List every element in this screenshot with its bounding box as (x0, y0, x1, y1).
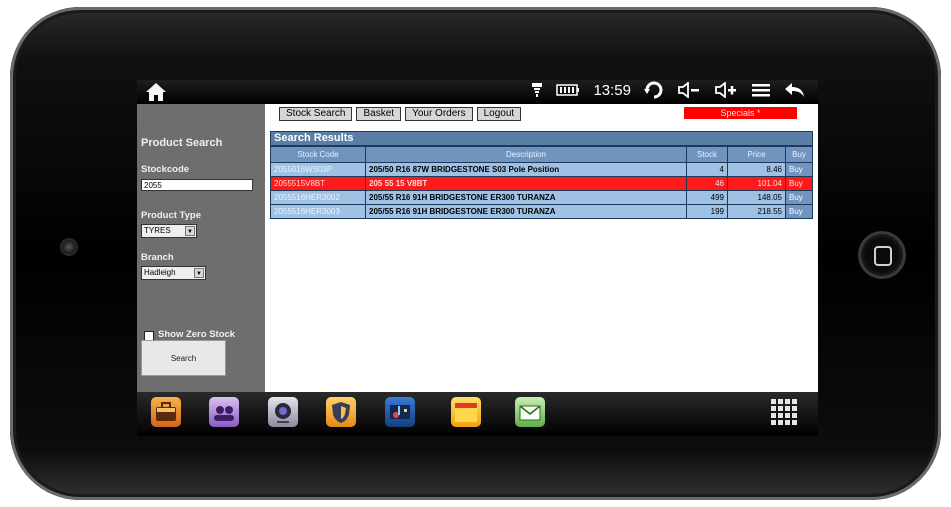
branch-select[interactable]: Hadleigh ▼ (141, 266, 206, 280)
product-type-select[interactable]: TYRES ▼ (141, 224, 197, 238)
chevron-down-icon[interactable]: ▼ (185, 226, 195, 236)
volume-down-icon[interactable] (677, 82, 701, 98)
chevron-down-icon[interactable]: ▼ (194, 268, 204, 278)
description-cell: 205/50 R16 87W BRIDGESTONE S03 Pole Posi… (365, 162, 687, 177)
show-zero-stock-label: Show Zero Stock (158, 329, 236, 340)
camera-icon[interactable] (268, 397, 298, 427)
col-buy: Buy (785, 146, 813, 163)
description-cell: 205 55 15 V8BT (365, 176, 687, 191)
stock-code-cell[interactable]: 2055515V8BT (270, 176, 366, 191)
col-description: Description (365, 146, 687, 163)
status-bar: 13:59 (137, 80, 818, 104)
price-cell: 218.55 (727, 204, 786, 219)
tab-your-orders[interactable]: Your Orders (405, 107, 473, 121)
tab-logout[interactable]: Logout (476, 107, 522, 121)
security-shield-icon[interactable] (326, 397, 356, 427)
briefcase-icon[interactable] (151, 397, 181, 427)
search-button[interactable]: Search (141, 340, 226, 376)
stock-cell: 199 (686, 204, 728, 219)
contacts-icon[interactable] (209, 397, 239, 427)
usb-icon (532, 83, 543, 97)
specials-link[interactable]: Specials * (684, 107, 797, 119)
front-camera (62, 240, 76, 254)
search-sidebar: Product Search Stockcode 2055 Product Ty… (137, 104, 265, 392)
stock-cell: 46 (686, 176, 728, 191)
product-search-heading: Product Search (141, 137, 223, 149)
table-row: 2055516HER3003 205/55 R16 91H BRIDGESTON… (270, 204, 813, 219)
col-price: Price (727, 146, 786, 163)
stockcode-input[interactable]: 2055 (141, 179, 253, 191)
folder-icon[interactable] (451, 397, 481, 427)
table-row: 2055515V8BT 205 55 15 V8BT 46 101.04 Buy (270, 176, 813, 191)
description-cell: 205/55 R16 91H BRIDGESTONE ER300 TURANZA (365, 204, 687, 219)
rotate-icon[interactable] (644, 81, 664, 99)
search-results-heading: Search Results (270, 131, 813, 146)
col-stock: Stock (686, 146, 728, 163)
square-icon (874, 246, 892, 266)
price-cell: 8.46 (727, 162, 786, 177)
menu-icon[interactable] (751, 82, 771, 98)
product-type-value: TYRES (144, 226, 171, 235)
stockcode-label: Stockcode (141, 164, 190, 175)
stock-cell: 4 (686, 162, 728, 177)
search-results: Search Results Stock Code Description St… (270, 131, 813, 219)
tab-basket[interactable]: Basket (356, 107, 402, 121)
tab-stock-search[interactable]: Stock Search (279, 107, 353, 121)
screen: 13:59 Product Search Stockcode 2055 Prod… (137, 80, 818, 436)
col-stock-code: Stock Code (270, 146, 366, 163)
buy-button[interactable]: Buy (785, 204, 813, 219)
branch-label: Branch (141, 252, 174, 263)
home-icon[interactable] (145, 82, 167, 102)
app-grid-icon[interactable] (771, 399, 797, 425)
product-type-label: Product Type (141, 210, 201, 221)
stock-code-cell[interactable]: 2055516HER3003 (270, 204, 366, 219)
stock-cell: 499 (686, 190, 728, 205)
table-row: 2055016WS03P 205/50 R16 87W BRIDGESTONE … (270, 162, 813, 177)
buy-button[interactable]: Buy (785, 176, 813, 191)
table-row: 2055516HER3002 205/55 R16 91H BRIDGESTON… (270, 190, 813, 205)
buy-button[interactable]: Buy (785, 190, 813, 205)
clock-time: 13:59 (593, 81, 631, 99)
table-header-row: Stock Code Description Stock Price Buy (270, 146, 813, 163)
email-icon[interactable] (515, 397, 545, 427)
stock-code-cell[interactable]: 2055016WS03P (270, 162, 366, 177)
battery-icon (556, 84, 580, 96)
volume-up-icon[interactable] (714, 82, 738, 98)
branch-value: Hadleigh (144, 268, 176, 277)
description-cell: 205/55 R16 91H BRIDGESTONE ER300 TURANZA (365, 190, 687, 205)
buy-button[interactable]: Buy (785, 162, 813, 177)
back-icon[interactable] (784, 82, 806, 98)
price-cell: 101.04 (727, 176, 786, 191)
price-cell: 148.05 (727, 190, 786, 205)
tablet-home-button[interactable] (861, 234, 903, 276)
results-table: Stock Code Description Stock Price Buy 2… (270, 146, 813, 219)
app-dock (137, 392, 818, 436)
top-nav: Stock Search Basket Your Orders Logout (279, 107, 522, 121)
music-icon[interactable] (385, 397, 415, 427)
web-page: Product Search Stockcode 2055 Product Ty… (137, 104, 818, 392)
stock-code-cell[interactable]: 2055516HER3002 (270, 190, 366, 205)
